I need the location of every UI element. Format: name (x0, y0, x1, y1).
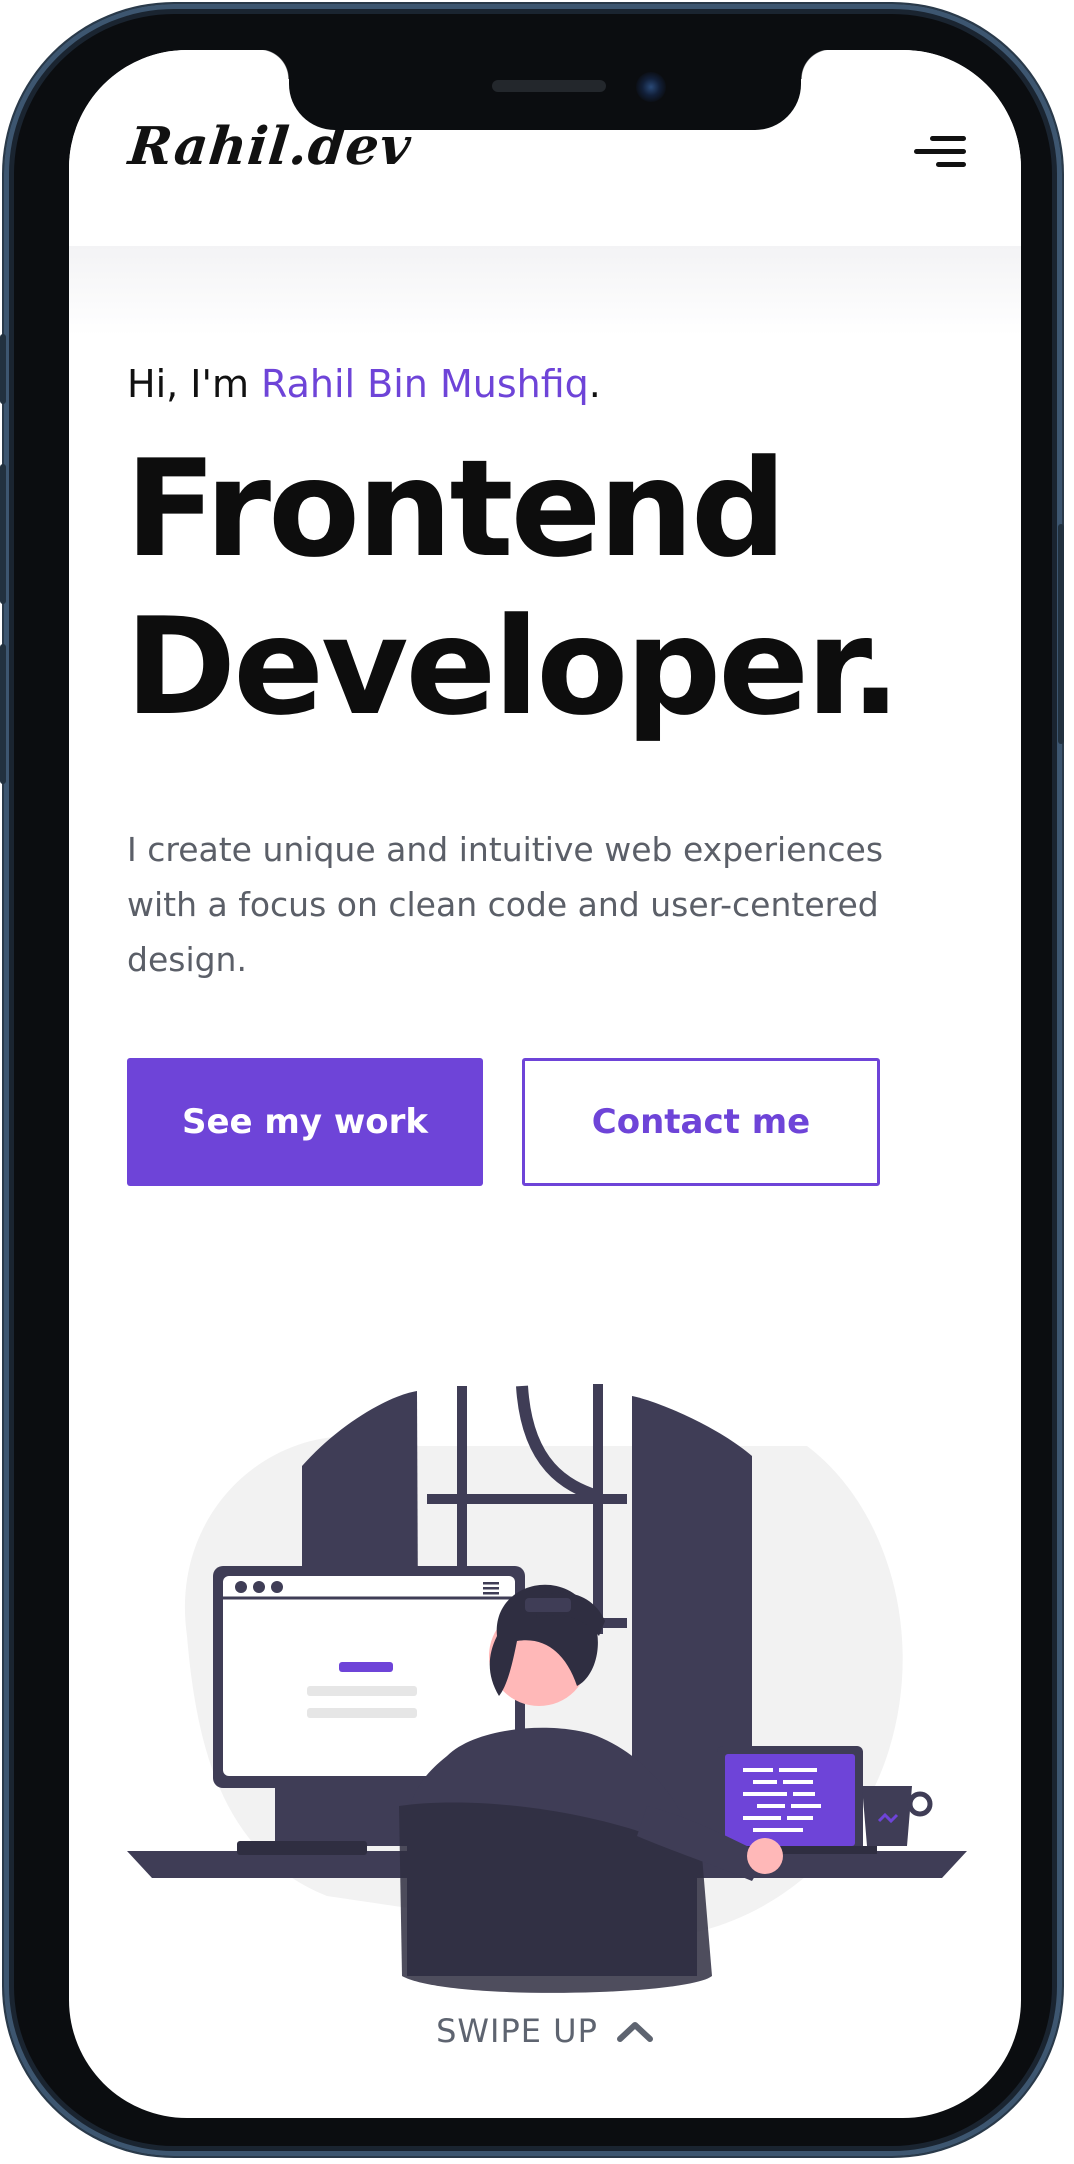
header-shadow (69, 246, 1021, 336)
menu-line (936, 162, 966, 167)
phone-power-button (1058, 524, 1064, 744)
phone-notch (259, 50, 831, 130)
headline-line-1: Frontend (125, 431, 787, 587)
developer-name: Rahil Bin Mushfiq (261, 362, 589, 406)
chevron-up-icon (616, 2019, 654, 2043)
phone-side-button (0, 334, 6, 404)
swipe-up-label: SWIPE UP (436, 2012, 598, 2050)
greeting-prefix: Hi, I'm (127, 362, 262, 406)
see-my-work-button[interactable]: See my work (127, 1058, 483, 1186)
phone-frame: Rahil.dev Hi, I'm Rahil Bin Mushfiq. Fro… (0, 4, 1064, 2156)
hamburger-menu-icon[interactable] (914, 130, 966, 176)
greeting-suffix: . (588, 362, 601, 406)
front-camera-icon (636, 72, 666, 102)
phone-speaker (492, 80, 606, 92)
phone-volume-down-button (0, 644, 6, 784)
menu-line (930, 136, 966, 141)
hero-intro: I create unique and intuitive web experi… (127, 830, 884, 979)
phone-volume-up-button (0, 464, 6, 604)
menu-line (914, 149, 966, 154)
hero-greeting: Hi, I'm Rahil Bin Mushfiq. (127, 362, 601, 406)
phone-screen: Rahil.dev Hi, I'm Rahil Bin Mushfiq. Fro… (69, 50, 1021, 2118)
swipe-up-indicator[interactable]: SWIPE UP (69, 2012, 1021, 2050)
headline-line-2: Developer. (125, 589, 901, 745)
contact-me-button[interactable]: Contact me (522, 1058, 880, 1186)
hero-headline: Frontend Developer. (125, 430, 985, 746)
developer-at-desk-illustration (127, 1336, 967, 1996)
